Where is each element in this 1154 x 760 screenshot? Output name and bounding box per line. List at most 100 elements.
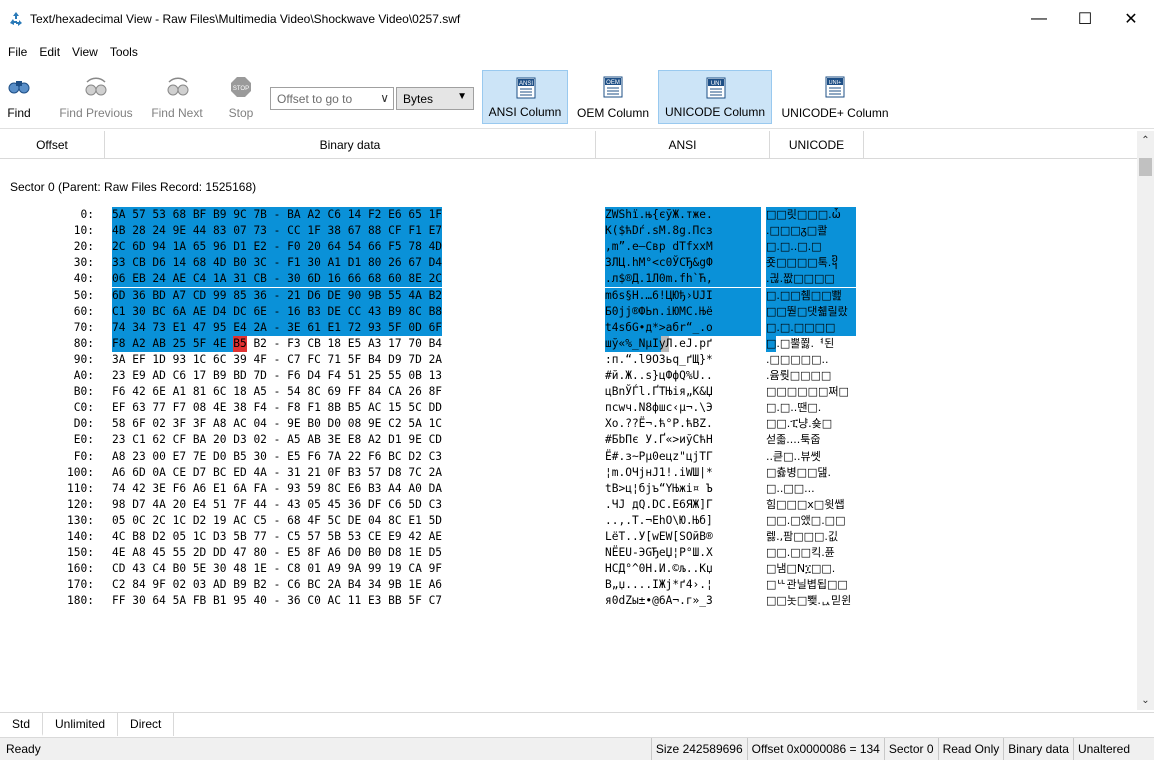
menu-file[interactable]: File [2, 38, 33, 66]
row-unicode-cell[interactable]: □□릿□□□.ὧ [766, 207, 882, 223]
row-hex-cell[interactable]: C1 30 BC 6A AE D4 DC 6E - 16 B3 DE CC 43… [112, 303, 587, 320]
hex-row[interactable]: 30: 33 CB D6 14 68 4D B0 3C - F1 30 A1 D1… [0, 255, 1137, 272]
row-ansi-cell[interactable]: Xo.??Ё¬.ћ°Р.ћВZ. [605, 416, 763, 432]
row-ansi-cell[interactable]: Б0јj®ФЬn.іЮМC.Њё [605, 303, 763, 320]
row-ansi-cell[interactable]: В„џ....ІЖј*ґ4›.¦ [605, 577, 763, 593]
row-ansi-cell[interactable]: ¦m.ОЧјнJ1!.іWШ|* [605, 465, 763, 481]
hex-row[interactable]: 10: 4B 28 24 9E 44 83 07 73 - CC 1F 38 67… [0, 223, 1137, 240]
row-hex-cell[interactable]: 5A 57 53 68 BF B9 9C 7B - BA A2 C6 14 F2… [112, 207, 587, 223]
row-hex-cell[interactable]: 2C 6D 94 1A 65 96 D1 E2 - F0 20 64 54 66… [112, 239, 587, 256]
row-hex-cell[interactable]: 3A EF 1D 93 1C 6C 39 4F - C7 FC 71 5F B4… [112, 352, 587, 368]
hex-row[interactable]: 130: 05 0C 2C 1C D2 19 AC C5 - 68 4F 5C D… [0, 513, 1137, 529]
row-hex-cell[interactable]: 4E A8 45 55 2D DD 47 80 - E5 8F A6 D0 B0… [112, 545, 587, 561]
row-unicode-cell[interactable]: □.□..땐□. [766, 400, 882, 416]
row-ansi-cell[interactable]: .л$®Д.1Л0m.fh`Ћ, [605, 271, 763, 288]
menu-tools[interactable]: Tools [104, 38, 144, 66]
hex-row[interactable]: 100: A6 6D 0A CE D7 BC ED 4A - 31 21 0F B… [0, 465, 1137, 481]
unicode-plus-column-button[interactable]: UNI+ UNICODE+ Column [776, 70, 894, 124]
row-unicode-cell[interactable]: □.□..□.□ [766, 239, 882, 256]
offset-input[interactable]: Offset to go to ∨ [270, 87, 394, 110]
row-unicode-cell[interactable]: □츓병□□댎. [766, 465, 882, 481]
scroll-down-icon[interactable]: ⌄ [1137, 695, 1154, 706]
maximize-button[interactable]: ☐ [1062, 0, 1108, 38]
row-ansi-cell[interactable]: шў«%_NµІуЛ.еЈ.pґ [605, 335, 763, 352]
hex-row[interactable]: 40: 06 EB 24 AE C4 1A 31 CB - 30 6D 16 66… [0, 271, 1137, 288]
row-unicode-cell[interactable]: 죳□□□□톡.᧦ [766, 255, 882, 272]
hex-row[interactable]: 180: FF 30 64 5A FB B1 95 40 - 36 C0 AC 1… [0, 593, 1137, 609]
row-hex-cell[interactable]: 4B 28 24 9E 44 83 07 73 - CC 1F 38 67 88… [112, 223, 587, 240]
minimize-button[interactable]: — [1016, 0, 1062, 38]
row-hex-cell[interactable]: A8 23 00 E7 7E D0 B5 30 - E5 F6 7A 22 F6… [112, 449, 587, 465]
tab-direct[interactable]: Direct [118, 713, 175, 736]
row-unicode-cell[interactable]: .□□□ᵹ□콸 [766, 223, 882, 240]
close-button[interactable]: ✕ [1108, 0, 1154, 38]
row-unicode-cell[interactable]: □□뚿□댓췗릴랐 [766, 303, 882, 320]
row-ansi-cell[interactable]: NЁEU-ЭGЂеЏ¦Р°Ш.Х [605, 545, 763, 561]
row-unicode-cell[interactable]: 렗.,팜□□□.깂 [766, 529, 882, 545]
row-unicode-cell[interactable]: □.□□췜□□뾆 [766, 287, 882, 304]
row-hex-cell[interactable]: C2 84 9F 02 03 AD B9 B2 - C6 BC 2A B4 34… [112, 577, 587, 593]
oem-column-button[interactable]: OEM OEM Column [570, 70, 656, 124]
row-hex-cell[interactable]: 58 6F 02 3F 3F A8 AC 04 - 9E B0 D0 08 9E… [112, 416, 587, 432]
row-hex-cell[interactable]: 23 E9 AD C6 17 B9 BD 7D - F6 D4 F4 51 25… [112, 368, 587, 384]
scroll-thumb[interactable] [1139, 158, 1152, 176]
hex-row[interactable]: D0: 58 6F 02 3F 3F A8 AC 04 - 9E B0 D0 08… [0, 416, 1137, 432]
row-ansi-cell[interactable]: tB>ц¦бjъ“YЊжі¤ Ъ [605, 481, 763, 497]
hex-row[interactable]: 80: F8 A2 AB 25 5F 4E B5 B2 - F3 CB 18 E5… [0, 335, 1137, 352]
row-hex-cell[interactable]: 23 C1 62 CF BA 20 D3 02 - A5 AB 3E E8 A2… [112, 432, 587, 448]
row-ansi-cell[interactable]: .ЧJ дQ.DC.E6ЯЖ]Г [605, 497, 763, 513]
hex-row[interactable]: B0: F6 42 6E A1 81 6C 18 A5 - 54 8C 69 FF… [0, 384, 1137, 400]
hex-row[interactable]: 70: 74 34 73 E1 47 95 E4 2A - 3E 61 E1 72… [0, 319, 1137, 336]
hex-row[interactable]: 120: 98 D7 4A 20 E4 51 7F 44 - 43 05 45 3… [0, 497, 1137, 513]
hex-row[interactable]: 60: C1 30 BC 6A AE D4 DC 6E - 16 B3 DE CC… [0, 303, 1137, 320]
units-select[interactable]: Bytes ▼ [396, 87, 474, 110]
ansi-column-button[interactable]: ANSI ANSI Column [482, 70, 568, 124]
row-unicode-cell[interactable]: .□□□□□.. [766, 352, 882, 368]
row-hex-cell[interactable]: FF 30 64 5A FB B1 95 40 - 36 C0 AC 11 E3… [112, 593, 587, 609]
row-hex-cell[interactable]: 74 42 3E F6 A6 E1 6A FA - 93 59 8C E6 B3… [112, 481, 587, 497]
hex-row[interactable]: 170: C2 84 9F 02 03 AD B9 B2 - C6 BC 2A B… [0, 577, 1137, 593]
hex-row[interactable]: 140: 4C B8 D2 05 1C D3 5B 77 - C5 57 5B 5… [0, 529, 1137, 545]
row-ansi-cell[interactable]: Ё#.з~Рµ0ецz"цјТГ [605, 449, 763, 465]
row-ansi-cell[interactable]: #БbПє У.Ґ«>иўСћН [605, 432, 763, 448]
row-ansi-cell[interactable]: #й.Ж..ѕ}цФфQ%U.. [605, 368, 763, 384]
row-unicode-cell[interactable]: □□.□앴□.□□ [766, 513, 882, 529]
find-previous-button[interactable]: Find Previous [54, 70, 138, 124]
row-hex-cell[interactable]: EF 63 77 F7 08 4E 38 F4 - F8 F1 8B B5 AC… [112, 400, 587, 416]
row-unicode-cell[interactable]: □..□□... [766, 481, 882, 497]
row-unicode-cell[interactable]: □냄□N፲□□. [766, 561, 882, 577]
row-hex-cell[interactable]: A6 6D 0A CE D7 BC ED 4A - 31 21 0F B3 57… [112, 465, 587, 481]
row-hex-cell[interactable]: 05 0C 2C 1C D2 19 AC C5 - 68 4F 5C DE 04… [112, 513, 587, 529]
header-offset[interactable]: Offset [0, 131, 105, 159]
row-unicode-cell[interactable]: .윰뤗□□□□ [766, 368, 882, 384]
hex-row[interactable]: 90: 3A EF 1D 93 1C 6C 39 4F - C7 FC 71 5F… [0, 352, 1137, 368]
scroll-up-icon[interactable]: ⌃ [1137, 135, 1154, 146]
menu-view[interactable]: View [66, 38, 104, 66]
row-ansi-cell[interactable]: НCД°^0H.И.©љ..Кџ [605, 561, 763, 577]
hex-row[interactable]: F0: A8 23 00 E7 7E D0 B5 30 - E5 F6 7A 22… [0, 449, 1137, 465]
tab-unlimited[interactable]: Unlimited [43, 713, 119, 736]
hex-row[interactable]: A0: 23 E9 AD C6 17 B9 BD 7D - F6 D4 F4 51… [0, 368, 1137, 384]
row-ansi-cell[interactable]: цBnЎЃl.ҐTЊiя„К&Џ [605, 384, 763, 400]
row-unicode-cell[interactable]: □.□뿔쬟.ᅧ된 [766, 335, 882, 352]
header-ansi[interactable]: ANSI [596, 131, 770, 159]
tab-std[interactable]: Std [0, 713, 44, 736]
row-hex-cell[interactable]: CD 43 C4 B0 5E 30 48 1E - C8 01 A9 9A 99… [112, 561, 587, 577]
hex-row[interactable]: 20: 2C 6D 94 1A 65 96 D1 E2 - F0 20 64 54… [0, 239, 1137, 256]
row-hex-cell[interactable]: 6D 36 BD A7 CD 99 85 36 - 21 D6 DE 90 9B… [112, 287, 587, 304]
stop-button[interactable]: STOP Stop [224, 70, 258, 124]
row-hex-cell[interactable]: 33 CB D6 14 68 4D B0 3C - F1 30 A1 D1 80… [112, 255, 587, 272]
row-ansi-cell[interactable]: K($ћDѓ.sМ.8g.Псз [605, 223, 763, 240]
row-ansi-cell[interactable]: t4sбG•д*>aбr“_.o [605, 319, 763, 336]
vertical-scrollbar[interactable]: ⌃ ⌄ [1137, 131, 1154, 710]
row-ansi-cell[interactable]: LёТ..У[wЕW[SОйB® [605, 529, 763, 545]
hex-row[interactable]: C0: EF 63 77 F7 08 4E 38 F4 - F8 F1 8B B5… [0, 400, 1137, 416]
row-ansi-cell[interactable]: ZWShї.њ{єўЖ.тже. [605, 207, 763, 223]
hex-row[interactable]: 50: 6D 36 BD A7 CD 99 85 36 - 21 D6 DE 90… [0, 287, 1137, 304]
row-ansi-cell[interactable]: m6ѕ§Н.…6!ЦЮђ›UJІ [605, 287, 763, 304]
row-unicode-cell[interactable]: □□.ፒ냥.숒□ [766, 416, 882, 432]
hex-view[interactable]: Sector 0 (Parent: Raw Files Record: 1525… [0, 159, 1137, 710]
hex-row[interactable]: E0: 23 C1 62 CF BA 20 D3 02 - A5 AB 3E E8… [0, 432, 1137, 448]
row-unicode-cell[interactable]: 힘□□□x□윗쌥 [766, 497, 882, 513]
row-unicode-cell[interactable]: □□□□□□쩌□ [766, 384, 882, 400]
